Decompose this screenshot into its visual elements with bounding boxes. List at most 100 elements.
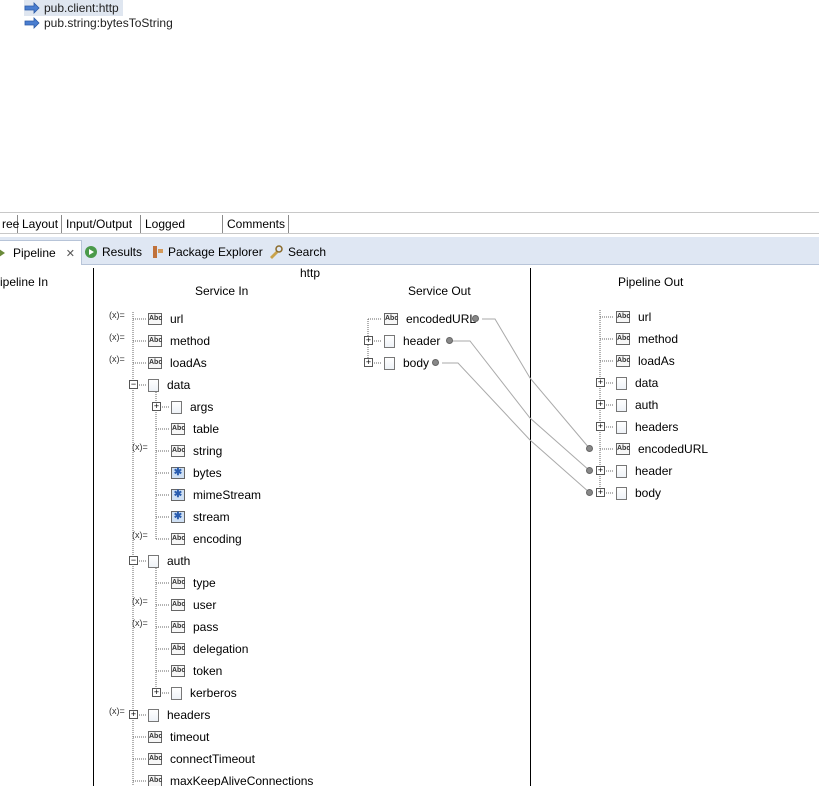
document-icon [148,554,159,568]
expand-icon[interactable]: + [364,358,373,367]
mapping-line [482,318,591,450]
service-in-pass[interactable]: Abc pass [171,619,218,635]
service-in-data[interactable]: data [148,377,190,393]
node-label: bytes [193,466,222,480]
node-label: type [193,576,216,590]
pipeline-out-connector[interactable] [586,445,593,452]
set-value-icon[interactable]: (x)= [132,530,148,540]
expand-icon[interactable]: + [596,488,605,497]
document-icon [616,376,627,390]
service-in-label: Service In [195,284,249,298]
tab-label: Results [102,245,143,259]
set-value-icon[interactable]: (x)= [109,706,125,716]
service-in-mimestream[interactable]: ✱ mimeStream [171,487,261,503]
service-in-auth[interactable]: auth [148,553,190,569]
pipeline-out-loadas[interactable]: Abc loadAs [616,353,675,369]
expand-icon[interactable]: + [596,422,605,431]
service-in-string[interactable]: Abc string [171,443,222,459]
flow-step-http[interactable]: pub.client:http [24,0,123,16]
pipeline-out-connector[interactable] [586,467,593,474]
pipeline-out-connector[interactable] [586,489,593,496]
service-in-kerberos[interactable]: kerberos [171,685,237,701]
set-value-icon[interactable]: (x)= [109,310,125,320]
pipeline-out-body[interactable]: body [616,485,661,501]
node-label: method [638,332,679,346]
pipeline-out-headers[interactable]: headers [616,419,678,435]
divider-right [530,268,531,786]
service-in-connecttimeout[interactable]: Abc connectTimeout [148,751,255,767]
expand-icon[interactable]: + [152,688,161,697]
service-in-url[interactable]: Abc url [148,311,183,327]
service-in-stream[interactable]: ✱ stream [171,509,230,525]
service-in-user[interactable]: Abc user [171,597,216,613]
service-out-encodedurl[interactable]: Abc encodedURL [384,311,476,327]
document-icon [148,378,159,392]
service-in-bytes[interactable]: ✱ bytes [171,465,222,481]
tab-package-explorer[interactable]: Package Explorer [152,243,263,261]
pipeline-out-data[interactable]: data [616,375,658,391]
set-value-icon[interactable]: (x)= [132,596,148,606]
pipeline-in-label: ipeline In [0,275,49,289]
service-in-encoding[interactable]: Abc encoding [171,531,242,547]
expand-icon[interactable]: + [129,710,138,719]
pipeline-out-header[interactable]: header [616,463,672,479]
set-value-icon[interactable]: (x)= [132,618,148,628]
tab-pipeline[interactable]: Pipeline ✕ [0,240,82,265]
expand-icon[interactable]: + [596,378,605,387]
string-icon: Abc [171,533,185,545]
string-icon: Abc [171,665,185,677]
expand-icon[interactable]: + [596,466,605,475]
node-label: args [190,400,214,414]
flow-step-bytestostring[interactable]: pub.string:bytesToString [24,15,173,31]
service-in-method[interactable]: Abc method [148,333,210,349]
string-icon: Abc [616,355,630,367]
expand-icon[interactable]: + [364,336,373,345]
node-label: token [193,664,223,678]
pipeline-icon [0,249,5,257]
service-in-loadas[interactable]: Abc loadAs [148,355,207,371]
tab-logged-fields[interactable]: Logged Fields [143,215,223,249]
service-out-connector[interactable] [445,337,453,344]
tab-comments[interactable]: Comments [225,215,289,233]
node-label: encoding [193,532,242,546]
set-value-icon[interactable]: (x)= [132,442,148,452]
service-in-token[interactable]: Abc token [171,663,222,679]
tab-input-output[interactable]: Input/Output [64,215,141,233]
node-label: mimeStream [193,488,262,502]
pipeline-out-url[interactable]: Abc url [616,309,651,325]
service-in-type[interactable]: Abc type [171,575,216,591]
string-icon: Abc [148,335,162,347]
service-in-timeout[interactable]: Abc timeout [148,729,209,745]
service-in-headers[interactable]: headers [148,707,210,723]
node-label: auth [167,554,191,568]
service-out-connector[interactable] [432,359,440,366]
tab-search[interactable]: Search [268,243,326,261]
set-value-icon[interactable]: (x)= [109,332,125,342]
service-in-table[interactable]: Abc table [171,421,219,437]
service-in-maxkeepaliveconnections[interactable]: Abc maxKeepAliveConnections [148,773,313,786]
root: { "flow_steps": [ {"label": "pub.client:… [0,0,819,786]
expand-icon[interactable]: + [152,402,161,411]
tab-tree[interactable]: ree [0,215,19,233]
collapse-icon[interactable]: − [129,556,138,565]
tab-layout[interactable]: Layout [20,215,62,233]
set-value-icon[interactable]: (x)= [109,354,125,364]
pipeline-out-auth[interactable]: auth [616,397,658,413]
expand-icon[interactable]: + [596,400,605,409]
invoke-arrow-icon [24,17,40,29]
editor-tab-bar: ree Layout Input/Output Logged Fields Co… [0,212,819,249]
package-explorer-icon [153,246,163,258]
object-icon: ✱ [171,489,185,501]
service-out-connector[interactable] [472,315,479,322]
string-icon: Abc [148,731,162,743]
service-in-delegation[interactable]: Abc delegation [171,641,248,657]
pipeline-out-encodedurl[interactable]: Abc encodedURL [616,441,708,457]
service-out-header[interactable]: header [384,333,440,349]
service-out-body[interactable]: body [384,355,429,371]
service-in-args[interactable]: args [171,399,213,415]
pipeline-out-method[interactable]: Abc method [616,331,678,347]
string-icon: Abc [171,577,185,589]
close-icon[interactable]: ✕ [66,247,75,260]
tab-results[interactable]: Results [84,243,142,261]
collapse-icon[interactable]: − [129,380,138,389]
